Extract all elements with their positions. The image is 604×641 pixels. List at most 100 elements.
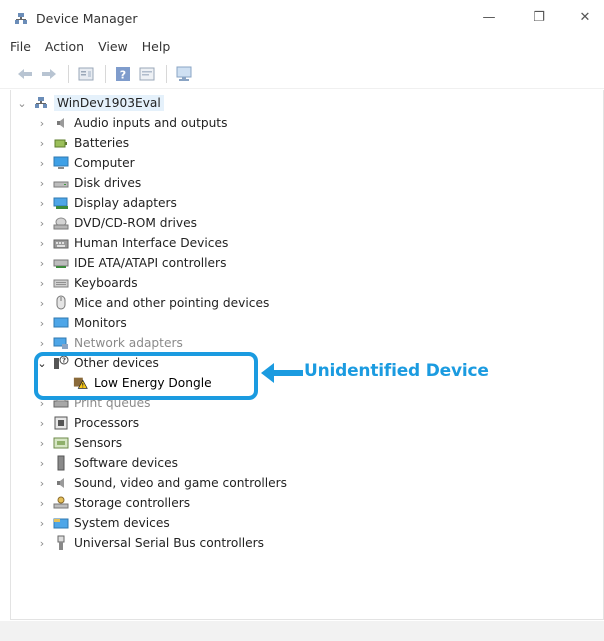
chevron-right-icon[interactable]: ›: [35, 256, 49, 270]
tree-item-label: System devices: [74, 516, 170, 530]
keyboard-icon: [53, 275, 69, 291]
chevron-right-icon[interactable]: ›: [35, 476, 49, 490]
tree-item-label: Universal Serial Bus controllers: [74, 536, 264, 550]
tree-item-label: Audio inputs and outputs: [74, 116, 228, 130]
close-button[interactable]: ✕: [562, 0, 604, 34]
chevron-right-icon[interactable]: ›: [35, 436, 49, 450]
maximize-button[interactable]: ❐: [516, 0, 562, 34]
chevron-right-icon[interactable]: ›: [35, 176, 49, 190]
chevron-right-icon[interactable]: ›: [35, 236, 49, 250]
mouse-icon: [53, 295, 69, 311]
tree-item-label: Display adapters: [74, 196, 177, 210]
tree-item-sound-controllers[interactable]: › Sound, video and game controllers: [35, 473, 287, 493]
toolbar: ?: [0, 59, 604, 89]
tree-item-processors[interactable]: › Processors: [35, 413, 139, 433]
tree-item-computer[interactable]: › Computer: [35, 153, 135, 173]
tree-item-ide-controllers[interactable]: › IDE ATA/ATAPI controllers: [35, 253, 227, 273]
menu-file[interactable]: File: [10, 39, 31, 54]
chevron-right-icon[interactable]: ›: [35, 536, 49, 550]
menu-help[interactable]: Help: [142, 39, 171, 54]
menu-bar: File Action View Help: [0, 34, 604, 58]
status-bar: [0, 621, 604, 641]
tree-item-label: Sensors: [74, 436, 123, 450]
tree-item-label: Batteries: [74, 136, 130, 150]
chevron-right-icon[interactable]: ›: [35, 456, 49, 470]
tree-item-software-devices[interactable]: › Software devices: [35, 453, 178, 473]
properties-icon: [78, 67, 94, 80]
tree-item-system-devices[interactable]: › System devices: [35, 513, 170, 533]
toolbar-separator: [166, 64, 167, 83]
help-button[interactable]: ?: [112, 63, 134, 85]
tree-item-batteries[interactable]: › Batteries: [35, 133, 129, 153]
system-devices-icon: [53, 515, 69, 531]
hid-icon: [53, 235, 69, 251]
chevron-right-icon[interactable]: ›: [35, 316, 49, 330]
scan-hardware-icon: [176, 66, 192, 81]
highlight-box: [34, 352, 258, 400]
tree-root-label: WinDev1903Eval: [54, 95, 164, 111]
menu-action[interactable]: Action: [45, 39, 84, 54]
speaker-icon: [53, 115, 69, 131]
chevron-right-icon[interactable]: ›: [35, 276, 49, 290]
tree-item-label: Sound, video and game controllers: [74, 476, 288, 490]
tree-item-label: Software devices: [74, 456, 178, 470]
device-manager-icon: [14, 12, 28, 26]
disk-drive-icon: [53, 175, 69, 191]
tree-item-sensors[interactable]: › Sensors: [35, 433, 122, 453]
chevron-right-icon[interactable]: ›: [35, 516, 49, 530]
arrow-left-icon: [261, 363, 303, 383]
tree-item-mice[interactable]: › Mice and other pointing devices: [35, 293, 269, 313]
tree-item-storage-controllers[interactable]: › Storage controllers: [35, 493, 190, 513]
tree-item-label: Human Interface Devices: [74, 236, 229, 250]
tree-item-label: Storage controllers: [74, 496, 191, 510]
processor-icon: [53, 415, 69, 431]
tree-item-usb-controllers[interactable]: › Universal Serial Bus controllers: [35, 533, 264, 553]
help-icon: ?: [116, 66, 130, 81]
minimize-icon: —: [482, 9, 496, 25]
tree-item-monitors[interactable]: › Monitors: [35, 313, 127, 333]
chevron-right-icon[interactable]: ›: [35, 156, 49, 170]
minimize-button[interactable]: —: [466, 0, 512, 34]
chevron-right-icon[interactable]: ›: [35, 216, 49, 230]
tree-item-label: Disk drives: [74, 176, 142, 190]
window-title: Device Manager: [36, 11, 138, 26]
tree-item-hid[interactable]: › Human Interface Devices: [35, 233, 229, 253]
back-icon: [18, 68, 32, 79]
tree-item-audio[interactable]: › Audio inputs and outputs: [35, 113, 228, 133]
tree-item-dvd-drives[interactable]: › DVD/CD-ROM drives: [35, 213, 197, 233]
chevron-right-icon[interactable]: ›: [35, 196, 49, 210]
chevron-down-icon[interactable]: ⌄: [15, 96, 29, 110]
chevron-right-icon[interactable]: ›: [35, 336, 49, 350]
chevron-right-icon[interactable]: ›: [35, 136, 49, 150]
back-button[interactable]: [14, 63, 36, 85]
monitor-icon: [53, 315, 69, 331]
tree-item-network-adapters[interactable]: › Network adapters: [35, 333, 183, 353]
properties-button[interactable]: [75, 63, 97, 85]
chevron-right-icon[interactable]: ›: [35, 296, 49, 310]
title-bar: Device Manager — ❐ ✕: [0, 0, 604, 34]
tree-item-display-adapters[interactable]: › Display adapters: [35, 193, 177, 213]
forward-button[interactable]: [38, 63, 60, 85]
tree-root[interactable]: ⌄ WinDev1903Eval: [15, 93, 164, 113]
menu-view[interactable]: View: [98, 39, 128, 54]
tree-item-label: DVD/CD-ROM drives: [74, 216, 197, 230]
network-adapter-icon: [53, 335, 69, 351]
toolbar-separator: [105, 64, 106, 83]
show-hidden-icon: [139, 67, 155, 80]
display-adapter-icon: [53, 195, 69, 211]
annotation-label: Unidentified Device: [304, 361, 489, 381]
chevron-right-icon[interactable]: ›: [35, 116, 49, 130]
forward-icon: [42, 68, 56, 79]
tree-item-label: IDE ATA/ATAPI controllers: [74, 256, 227, 270]
scan-hardware-button[interactable]: [173, 63, 195, 85]
maximize-icon: ❐: [533, 9, 545, 25]
tree-item-disk-drives[interactable]: › Disk drives: [35, 173, 141, 193]
chevron-right-icon[interactable]: ›: [35, 496, 49, 510]
sound-icon: [53, 475, 69, 491]
tree-item-keyboards[interactable]: › Keyboards: [35, 273, 138, 293]
show-hidden-button[interactable]: [136, 63, 158, 85]
usb-icon: [53, 535, 69, 551]
tree-item-label: Monitors: [74, 316, 127, 330]
tree-item-label: Network adapters: [74, 336, 183, 350]
chevron-right-icon[interactable]: ›: [35, 416, 49, 430]
